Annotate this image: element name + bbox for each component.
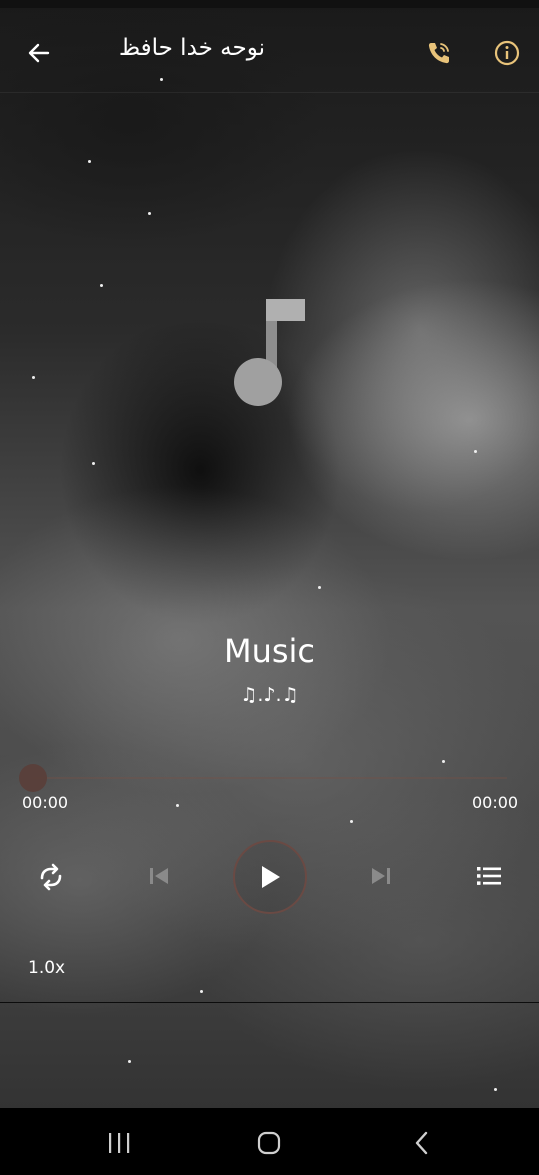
page-title: نوحه خدا حافظ	[118, 35, 265, 61]
star	[92, 462, 95, 465]
toolbar-divider	[0, 92, 539, 93]
seek-bar[interactable]	[33, 777, 507, 779]
music-note-icon	[228, 296, 312, 408]
time-total: 00:00	[472, 793, 519, 812]
star	[494, 1088, 497, 1091]
play-icon	[262, 866, 280, 888]
back-chevron-icon[interactable]	[410, 1130, 434, 1156]
skip-previous-icon	[150, 868, 168, 884]
playlist-icon	[477, 867, 501, 885]
star	[442, 760, 445, 763]
system-navigation-bar	[0, 1108, 539, 1175]
arrow-left-icon[interactable]	[24, 38, 54, 68]
phone-call-icon[interactable]	[424, 38, 454, 68]
seek-thumb[interactable]	[19, 764, 47, 792]
star	[318, 586, 321, 589]
bottom-divider	[0, 1002, 539, 1003]
star	[100, 284, 103, 287]
track-title: Music	[223, 632, 316, 670]
play-button[interactable]	[233, 840, 307, 914]
star	[176, 804, 179, 807]
repeat-icon	[40, 863, 62, 891]
star	[128, 1060, 131, 1063]
status-bar	[0, 0, 539, 8]
repeat-button[interactable]	[34, 860, 68, 894]
recents-icon[interactable]	[105, 1132, 133, 1154]
skip-next-icon	[372, 868, 390, 884]
next-button[interactable]	[366, 860, 396, 892]
star	[88, 160, 91, 163]
star	[148, 212, 151, 215]
info-circle-icon[interactable]	[492, 38, 522, 68]
app-toolbar: نوحه خدا حافظ	[0, 18, 539, 90]
playlist-button[interactable]	[472, 860, 506, 892]
star	[474, 450, 477, 453]
nebula-background	[0, 0, 539, 1108]
playback-speed-button[interactable]: 1.0x	[28, 958, 65, 978]
star	[200, 990, 203, 993]
previous-button[interactable]	[144, 860, 174, 892]
star	[350, 820, 353, 823]
star	[32, 376, 35, 379]
home-icon[interactable]	[256, 1130, 282, 1156]
time-elapsed: 00:00	[22, 793, 69, 812]
track-artist: ♫.♪.♫	[240, 684, 299, 706]
